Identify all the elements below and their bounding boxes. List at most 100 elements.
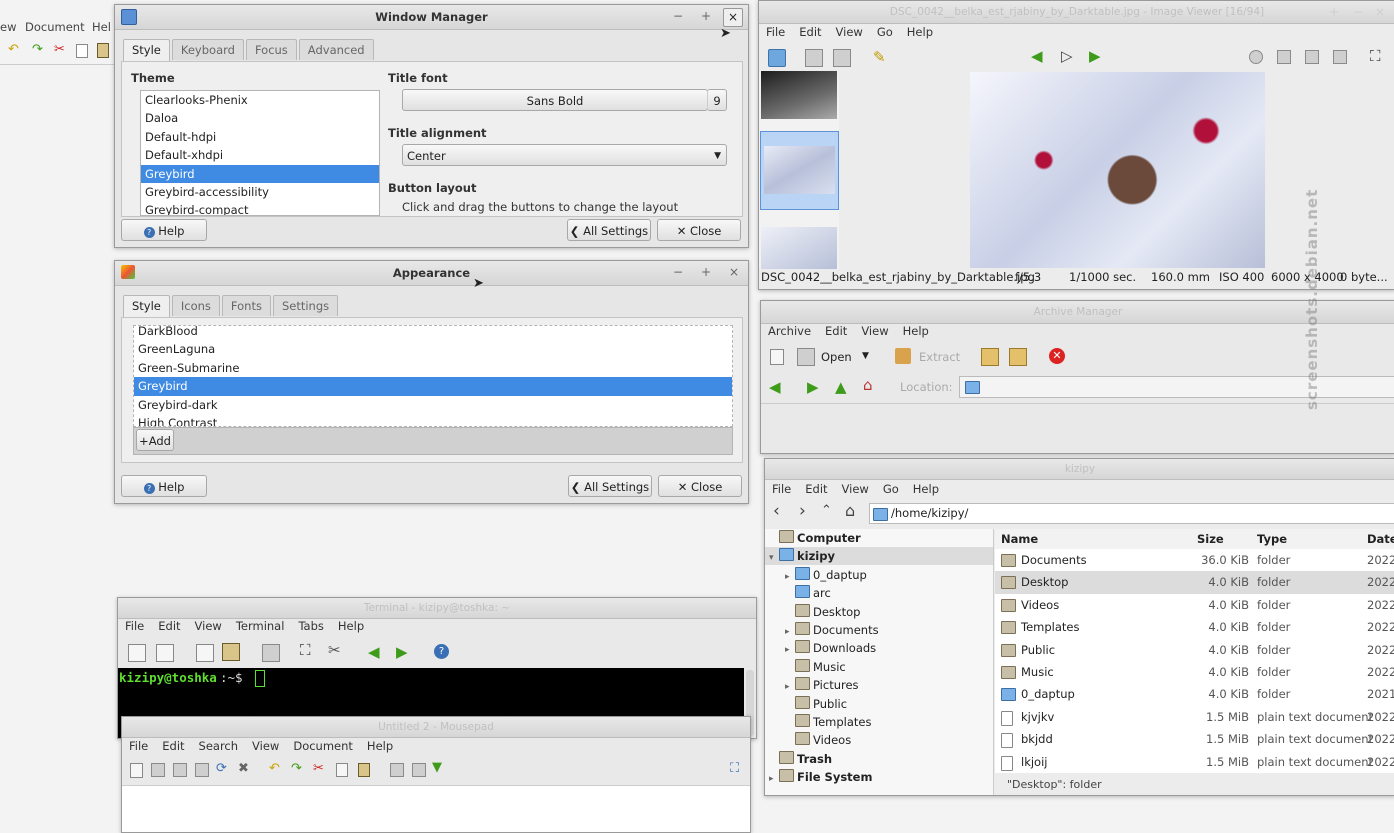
menu-view[interactable]: View xyxy=(829,22,870,39)
table-row[interactable]: Templates 4.0 KiB folder 2022- xyxy=(995,616,1394,639)
table-row[interactable]: Music 4.0 KiB folder 2022- xyxy=(995,661,1394,684)
thumbnail[interactable] xyxy=(761,71,837,119)
menu-tabs[interactable]: Tabs xyxy=(291,616,330,633)
add-files-icon[interactable] xyxy=(981,348,999,366)
expander-icon[interactable]: ▸ xyxy=(769,770,779,788)
menu-file[interactable]: File xyxy=(122,736,155,753)
zoom-in-icon[interactable] xyxy=(1249,50,1263,64)
paste-icon[interactable] xyxy=(358,763,370,777)
column-type[interactable]: Type xyxy=(1257,532,1287,546)
theme-item[interactable]: DarkBlood xyxy=(134,326,732,340)
paste-icon[interactable] xyxy=(222,643,240,661)
all-settings-button[interactable]: ❮ All Settings xyxy=(568,475,652,497)
cut-icon[interactable]: ✂ xyxy=(313,761,329,777)
menu-edit[interactable]: Edit xyxy=(151,616,187,633)
copy-icon[interactable] xyxy=(336,763,348,777)
new-tab-icon[interactable] xyxy=(128,644,146,662)
save-icon[interactable] xyxy=(805,49,823,67)
theme-item[interactable]: Greybird-dark xyxy=(134,396,732,414)
mousepad-titlebar[interactable]: Untitled 2 - Mousepad xyxy=(122,717,750,738)
column-size[interactable]: Size xyxy=(1197,532,1224,546)
menu-archive[interactable]: Archive xyxy=(761,321,818,338)
save-icon[interactable] xyxy=(173,763,187,777)
window-manager-titlebar[interactable]: Window Manager − + × xyxy=(115,5,748,30)
menu-help[interactable]: Help xyxy=(900,22,940,39)
title-font-size[interactable]: 9 xyxy=(707,89,727,111)
sidebar-item[interactable]: Music xyxy=(765,658,993,676)
menu-file[interactable]: File xyxy=(118,616,151,633)
tab-icons[interactable]: Icons xyxy=(171,295,220,316)
paste-icon[interactable] xyxy=(97,43,109,58)
appearance-theme-list[interactable]: DarkBlood GreenLaguna Green-Submarine Gr… xyxy=(133,325,733,427)
file-manager-titlebar[interactable]: kizipy xyxy=(765,459,1394,480)
menu-view[interactable]: View xyxy=(188,616,229,633)
theme-item[interactable]: High Contrast xyxy=(134,414,732,426)
open-icon[interactable] xyxy=(151,763,165,777)
maximize-button[interactable]: + xyxy=(697,8,715,25)
column-name[interactable]: Name xyxy=(1001,532,1038,546)
expander-icon[interactable]: ▸ xyxy=(785,568,795,586)
sidebar-item[interactable]: Trash xyxy=(765,750,993,768)
menu-view[interactable]: View xyxy=(835,479,876,496)
zoom-out-icon[interactable] xyxy=(1277,50,1291,64)
add-folder-icon[interactable] xyxy=(1009,348,1027,366)
fullscreen-icon[interactable]: ⛶ xyxy=(300,641,316,659)
sidebar-item[interactable]: Desktop xyxy=(765,603,993,621)
next-tab-icon[interactable]: ▶ xyxy=(396,643,412,661)
theme-item[interactable]: Greybird-compact xyxy=(141,201,379,215)
maximize-button[interactable]: + xyxy=(697,264,715,281)
theme-item-selected[interactable]: Greybird xyxy=(141,164,379,183)
extract-icon[interactable] xyxy=(895,348,911,364)
expander-open-icon[interactable]: ▾ xyxy=(769,549,779,567)
preferences-icon[interactable]: ✂ xyxy=(328,641,344,659)
open-archive-icon[interactable] xyxy=(797,348,815,366)
menu-edit[interactable]: Edit xyxy=(818,321,854,338)
wm-theme-list[interactable]: Clearlooks-Phenix Daloa Default-hdpi Def… xyxy=(140,90,380,216)
add-button[interactable]: +Add xyxy=(136,429,174,451)
thumbnail-strip[interactable] xyxy=(759,71,839,269)
open-label[interactable]: Open xyxy=(821,350,852,364)
copy-icon[interactable] xyxy=(76,44,88,58)
print-icon[interactable] xyxy=(833,49,851,67)
menu-file[interactable]: File xyxy=(759,22,792,39)
menu-view[interactable]: View xyxy=(245,736,286,753)
theme-item[interactable]: Clearlooks-Phenix xyxy=(141,91,379,109)
table-row[interactable]: bkjdd 1.5 MiB plain text document2022- xyxy=(995,728,1394,751)
help-icon[interactable]: ? xyxy=(434,644,449,659)
home-icon[interactable]: ⌂ xyxy=(845,501,855,520)
minimize-button[interactable]: − xyxy=(1349,4,1367,21)
open-folder-icon[interactable] xyxy=(768,49,786,67)
table-row[interactable]: kjvjkv 1.5 MiB plain text document2022- xyxy=(995,706,1394,729)
tab-keyboard[interactable]: Keyboard xyxy=(171,39,244,60)
menu-edit[interactable]: Edit xyxy=(792,22,828,39)
menu-view[interactable]: View xyxy=(854,321,895,338)
cut-icon[interactable]: ✂ xyxy=(54,42,65,57)
help-button[interactable]: ? Help xyxy=(121,219,207,241)
tab-settings[interactable]: Settings xyxy=(272,295,339,316)
close-window-button[interactable]: × xyxy=(1371,4,1389,21)
table-row[interactable]: lkjoij 1.5 MiB plain text document2022- xyxy=(995,751,1394,774)
archive-content[interactable] xyxy=(761,403,1394,453)
back-icon[interactable]: ‹ xyxy=(773,501,780,521)
home-icon[interactable]: ⌂ xyxy=(863,376,879,394)
chevron-down-icon[interactable]: ▼ xyxy=(862,351,869,361)
theme-item[interactable]: GreenLaguna xyxy=(134,340,732,358)
sidebar-item[interactable]: ▸ Downloads xyxy=(765,639,993,657)
location-input[interactable] xyxy=(959,376,1394,398)
menu-help[interactable]: Help xyxy=(906,479,946,496)
tab-advanced[interactable]: Advanced xyxy=(298,39,374,60)
find-replace-icon[interactable] xyxy=(412,763,426,777)
thumbnail-selected[interactable] xyxy=(760,131,839,210)
forward-icon[interactable]: › xyxy=(799,501,806,521)
menu-help[interactable]: Help xyxy=(896,321,936,338)
close-document-icon[interactable]: ✖ xyxy=(238,761,254,777)
close-window-button[interactable]: × xyxy=(725,264,743,281)
column-date[interactable]: Date xyxy=(1367,532,1394,546)
close-window-button[interactable]: × xyxy=(723,8,743,27)
table-row[interactable]: 0_daptup 4.0 KiB folder 2021- xyxy=(995,683,1394,706)
find-icon[interactable] xyxy=(262,644,280,662)
find-icon[interactable] xyxy=(390,763,404,777)
stop-icon[interactable]: ✕ xyxy=(1049,348,1065,364)
sidebar-item[interactable]: ▸ Documents xyxy=(765,621,993,639)
help-button[interactable]: ? Help xyxy=(121,475,207,497)
